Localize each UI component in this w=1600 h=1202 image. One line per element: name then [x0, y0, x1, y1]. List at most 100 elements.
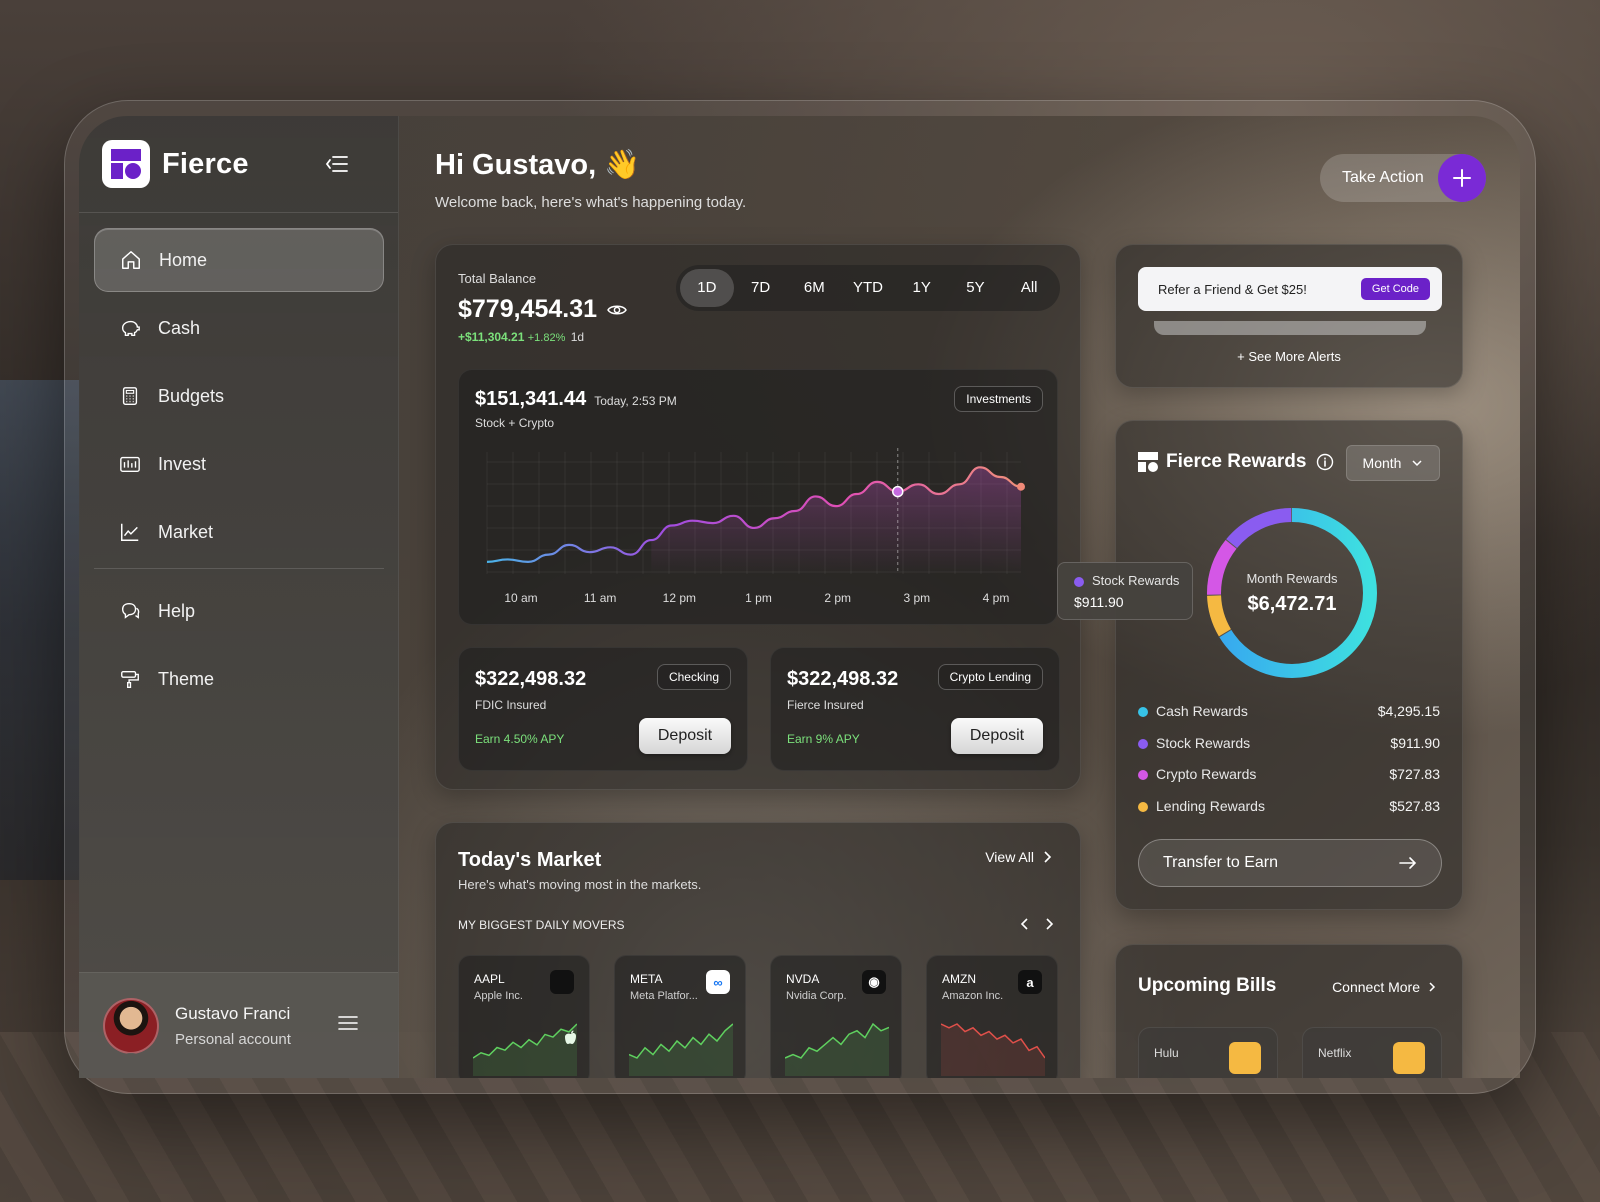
- rewards-title: Fierce Rewards: [1166, 451, 1307, 472]
- nvidia-icon: ◉: [862, 970, 886, 994]
- piggy-bank-icon: [121, 320, 140, 337]
- chat-help-icon: [121, 602, 140, 619]
- sidebar-item-budgets[interactable]: Budgets: [94, 364, 384, 428]
- range-tab-5y[interactable]: 5Y: [949, 269, 1003, 307]
- page-subtitle: Welcome back, here's what's happening to…: [435, 194, 747, 211]
- get-code-button[interactable]: Get Code: [1360, 278, 1430, 300]
- profile-panel[interactable]: Gustavo Franci Personal account: [79, 972, 398, 1078]
- sidebar-item-home[interactable]: Home: [94, 228, 384, 292]
- connect-more-link[interactable]: Connect More: [1332, 979, 1438, 995]
- x-tick-label: 11 am: [584, 591, 616, 605]
- mover-sparkline: [473, 1023, 577, 1076]
- range-tab-1y[interactable]: 1Y: [895, 269, 949, 307]
- range-tab-all[interactable]: All: [1002, 269, 1056, 307]
- bill-item-netflix[interactable]: Netflix: [1302, 1027, 1442, 1078]
- account-amount: $322,498.32: [787, 668, 899, 690]
- balance-change-period: 1d: [570, 330, 585, 344]
- account-subtitle: FDIC Insured: [475, 698, 547, 712]
- fierce-logo-icon: [1138, 452, 1158, 472]
- brand-name: Fierce: [162, 147, 249, 180]
- range-tab-ytd[interactable]: YTD: [841, 269, 895, 307]
- donut-center-value: $6,472.71: [1247, 593, 1337, 615]
- plus-icon: [1438, 154, 1486, 202]
- balance-change-row: +$11,304.21 +1.82% 1d: [458, 330, 584, 344]
- range-tab-7d[interactable]: 7D: [734, 269, 788, 307]
- info-icon[interactable]: [1316, 453, 1334, 471]
- x-tick-label: 4 pm: [983, 591, 1010, 605]
- bill-icon: [1229, 1042, 1261, 1074]
- x-tick-label: 2 pm: [824, 591, 851, 605]
- sidebar-item-invest[interactable]: Invest: [94, 432, 384, 496]
- sidebar-item-label: Budgets: [158, 385, 225, 406]
- account-card-crypto-lending: $322,498.32 Crypto Lending Fierce Insure…: [770, 647, 1060, 771]
- reward-value: $4,295.15: [1377, 703, 1440, 719]
- reward-label: Crypto Rewards: [1156, 766, 1257, 782]
- chart-end-point: [1017, 482, 1025, 491]
- refer-alert[interactable]: Refer a Friend & Get $25! Get Code: [1138, 267, 1442, 311]
- sidebar-item-market[interactable]: Market: [94, 500, 384, 564]
- reward-row-lending-rewards: Lending Rewards $527.83: [1138, 798, 1440, 818]
- period-dropdown[interactable]: Month: [1346, 445, 1440, 481]
- total-balance-row: $779,454.31: [458, 295, 627, 324]
- reward-label-wrap: Lending Rewards: [1138, 798, 1265, 818]
- x-tick-label: 12 pm: [663, 591, 696, 605]
- paint-roller-icon: [121, 670, 139, 688]
- mover-card-nvda[interactable]: NVDA Nvidia Corp. ◉: [770, 955, 902, 1078]
- mover-card-amzn[interactable]: AMZN Amazon Inc. a: [926, 955, 1058, 1078]
- chart-area: [651, 467, 1021, 574]
- deposit-button[interactable]: Deposit: [639, 718, 731, 754]
- home-icon: [122, 251, 140, 269]
- investments-line-chart[interactable]: 10 am 11 am 12 pm 1 pm 2 pm 3 pm 4 pm: [459, 370, 1059, 626]
- deposit-button[interactable]: Deposit: [951, 718, 1043, 754]
- account-card-checking: $322,498.32 Checking FDIC Insured Earn 4…: [458, 647, 748, 771]
- mover-card-aapl[interactable]: AAPL Apple Inc.: [458, 955, 590, 1078]
- mover-symbol: AAPL: [474, 972, 505, 986]
- sidebar-item-label: Home: [159, 249, 208, 270]
- bill-name: Hulu: [1154, 1046, 1179, 1060]
- chevron-right-icon[interactable]: [1042, 917, 1056, 931]
- take-action-button[interactable]: Take Action: [1320, 154, 1486, 202]
- menu-icon[interactable]: [338, 1015, 358, 1031]
- reward-label-wrap: Stock Rewards: [1138, 735, 1250, 755]
- chevron-right-icon: [1429, 982, 1436, 992]
- sidebar-item-help[interactable]: Help: [94, 579, 384, 643]
- range-selector: 1D 7D 6M YTD 1Y 5Y All: [676, 265, 1060, 311]
- sidebar-item-cash[interactable]: Cash: [94, 296, 384, 360]
- avatar: [103, 997, 159, 1054]
- eye-icon[interactable]: [607, 303, 627, 317]
- total-balance-card: Total Balance $779,454.31 +$11,304.21 +1…: [435, 244, 1081, 790]
- mover-sparkline: [629, 1023, 733, 1076]
- see-more-alerts-link[interactable]: + See More Alerts: [1116, 349, 1462, 364]
- fierce-rewards-card: Fierce Rewards Month Month Rewards $6,47…: [1115, 420, 1463, 910]
- reward-value: $911.90: [1390, 734, 1440, 751]
- chevron-left-icon[interactable]: [1018, 917, 1032, 931]
- sidebar-item-label: Market: [158, 521, 214, 542]
- reward-label: Cash Rewards: [1156, 703, 1248, 719]
- sidebar-item-theme[interactable]: Theme: [94, 647, 384, 711]
- view-all-link[interactable]: View All: [985, 849, 1054, 865]
- greeting-text: Hi Gustavo,: [435, 149, 597, 181]
- reward-value: $727.83: [1389, 766, 1440, 782]
- donut-center-label: Month Rewards: [1246, 571, 1338, 586]
- balance-change-pct: +1.82%: [527, 332, 566, 344]
- transfer-to-earn-button[interactable]: Transfer to Earn: [1138, 839, 1442, 887]
- range-tab-1d[interactable]: 1D: [680, 269, 734, 307]
- bills-title: Upcoming Bills: [1138, 975, 1277, 996]
- tooltip-label: Stock Rewards: [1092, 573, 1180, 588]
- main-content: Hi Gustavo, 👋 Welcome back, here's what'…: [399, 116, 1520, 1078]
- brand[interactable]: Fierce: [102, 140, 249, 188]
- reward-label-wrap: Cash Rewards: [1138, 703, 1248, 723]
- bill-item-hulu[interactable]: Hulu: [1138, 1027, 1278, 1078]
- mover-card-meta[interactable]: META Meta Platfor... ∞: [614, 955, 746, 1078]
- reward-row-stock-rewards: Stock Rewards $911.90: [1138, 735, 1440, 755]
- collapse-sidebar-icon[interactable]: [325, 154, 349, 174]
- range-tab-6m[interactable]: 6M: [787, 269, 841, 307]
- mover-name: Nvidia Corp.: [786, 990, 847, 1002]
- view-all-label: View All: [985, 849, 1034, 865]
- profile-subtitle: Personal account: [175, 1030, 291, 1048]
- sidebar-nav-divider: [94, 568, 384, 569]
- chart-highlight-point[interactable]: [892, 485, 904, 498]
- sidebar: Fierce Home Cash Budgets Invest Market H…: [79, 116, 399, 1078]
- stock-rewards-dot: [1074, 576, 1084, 587]
- reward-row-cash-rewards: Cash Rewards $4,295.15: [1138, 703, 1440, 723]
